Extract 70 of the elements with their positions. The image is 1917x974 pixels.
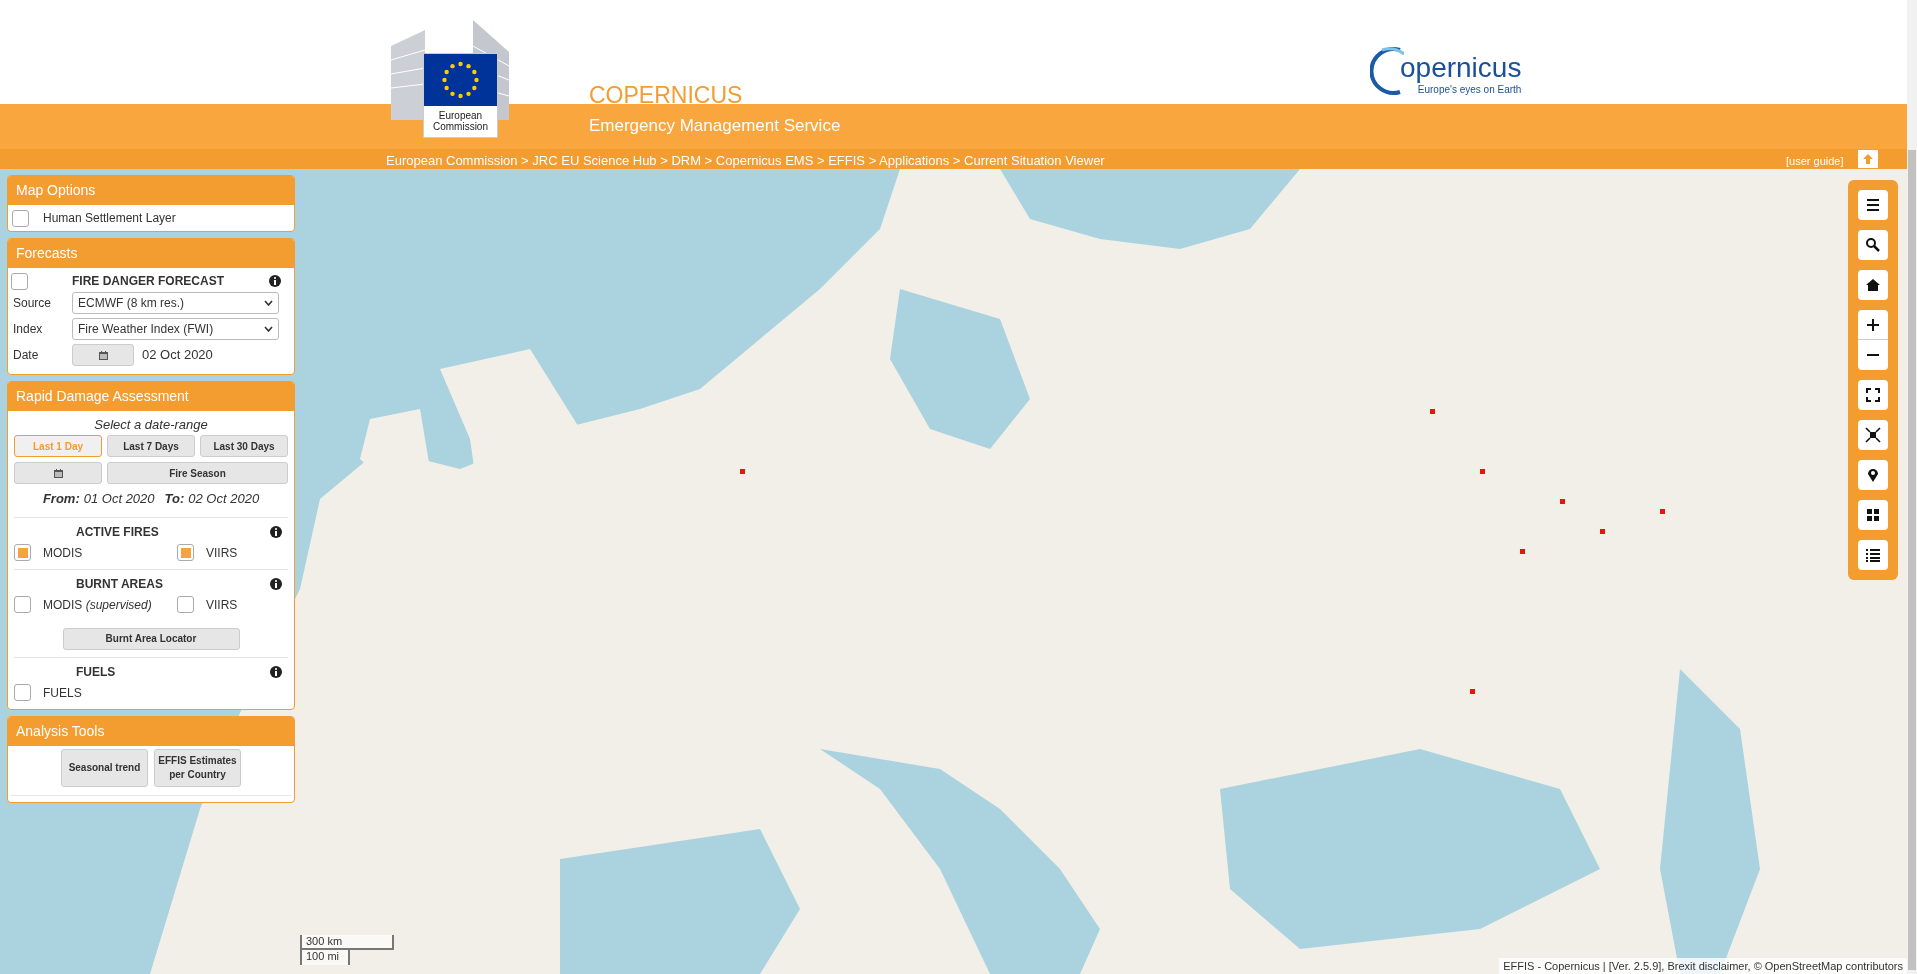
checkbox[interactable] <box>177 544 194 561</box>
site-title: COPERNICUS <box>589 81 743 110</box>
scrollbar-thumb[interactable] <box>1908 150 1916 970</box>
chevron-down-icon <box>264 300 273 306</box>
legend-button[interactable] <box>1858 540 1888 570</box>
prompt-text: Select a date-range <box>93 416 209 433</box>
logo-tagline: Europe's eyes on Earth <box>1417 84 1522 95</box>
select-field[interactable]: Fire Weather Index (FWI) <box>72 318 279 340</box>
arrow-up-icon <box>1862 153 1874 165</box>
section-heading: FIRE DANGER FORECAST <box>72 273 225 290</box>
checkbox[interactable] <box>14 596 31 613</box>
layers-button[interactable] <box>1858 500 1888 530</box>
scale-bar: 300 km <box>300 935 394 950</box>
info-icon[interactable] <box>270 577 282 590</box>
list-icon <box>1864 546 1882 564</box>
home-icon <box>1864 276 1882 294</box>
option-label: VIIRS <box>206 596 238 614</box>
fullscreen-button[interactable] <box>1858 380 1888 410</box>
range-button[interactable]: Last 7 Days <box>107 435 195 457</box>
layer-label: Human Settlement Layer <box>43 210 176 227</box>
tool-button[interactable]: Seasonal trend <box>61 748 148 787</box>
chevron-down-icon <box>264 326 273 332</box>
zoom-in-button[interactable] <box>1858 310 1888 340</box>
field-label: Date <box>12 347 40 364</box>
tool-button[interactable]: EFFIS Estimates per Country <box>154 748 241 787</box>
range-button[interactable]: Last 30 Days <box>200 435 288 457</box>
section-heading: BURNT AREAS <box>76 575 164 593</box>
grid-icon <box>1864 506 1882 524</box>
field-label: Index <box>12 321 44 338</box>
calendar-icon <box>53 468 63 478</box>
from-date: 01 Oct 2020 <box>83 490 155 508</box>
checkbox[interactable] <box>14 684 31 701</box>
scale-bar: 100 mi <box>300 950 350 965</box>
eu-flag-icon <box>424 54 497 106</box>
site-subtitle: Emergency Management Service <box>589 115 841 137</box>
home-button[interactable] <box>1858 270 1888 300</box>
menu-icon <box>1864 196 1882 214</box>
zoom-extent-button[interactable] <box>1858 420 1888 450</box>
calendar-icon <box>98 350 108 360</box>
logo-caption: European Commission <box>432 110 489 132</box>
checkbox[interactable] <box>14 544 31 561</box>
search-button[interactable] <box>1858 230 1888 260</box>
info-icon[interactable] <box>269 275 281 287</box>
from-label: From: <box>42 490 80 508</box>
to-label: To: <box>164 490 185 508</box>
fire-season-button[interactable]: Fire Season <box>107 462 288 484</box>
calendar-button[interactable] <box>72 344 134 366</box>
option-label: VIIRS <box>206 544 238 562</box>
locator-button[interactable]: Burnt Area Locator <box>62 627 240 650</box>
option-label: MODIS <box>43 544 83 562</box>
checkbox[interactable] <box>177 596 194 613</box>
fullscreen-icon <box>1864 386 1882 404</box>
menu-button[interactable] <box>1858 190 1888 220</box>
section-heading: ACTIVE FIRES <box>76 523 160 541</box>
to-date: 02 Oct 2020 <box>188 490 260 508</box>
location-button[interactable] <box>1858 460 1888 490</box>
info-icon[interactable] <box>270 665 282 678</box>
select-field[interactable]: ECMWF (8 km res.) <box>72 292 279 314</box>
checkbox[interactable] <box>12 209 29 227</box>
date-value: 02 Oct 2020 <box>142 346 213 365</box>
zoom-extent-icon <box>1864 426 1882 444</box>
zoom-out-button[interactable] <box>1858 340 1888 370</box>
field-label: Source <box>12 295 53 312</box>
option-label: MODIS (supervised) <box>43 596 152 614</box>
info-icon[interactable] <box>270 525 282 538</box>
logo-wordmark: opernicus <box>1400 52 1522 84</box>
section-heading: FUELS <box>76 663 117 681</box>
search-icon <box>1864 236 1882 254</box>
option-label: FUELS <box>43 684 82 702</box>
checkbox[interactable] <box>11 272 28 290</box>
